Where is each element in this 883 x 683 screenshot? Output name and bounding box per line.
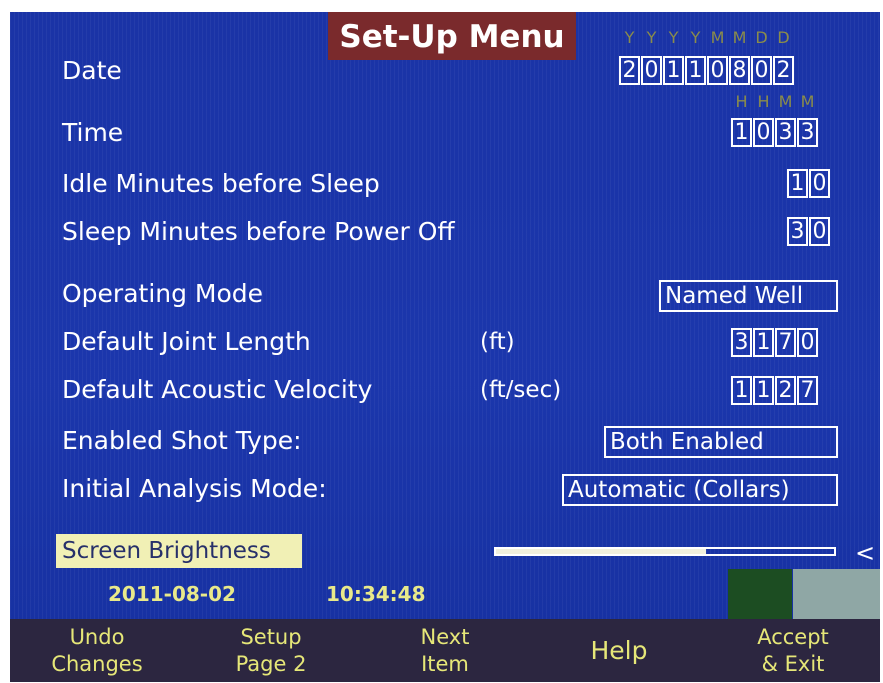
status-indicator-gray <box>793 569 880 619</box>
time-label: Time <box>62 118 124 147</box>
digit-box: 1 <box>787 169 808 198</box>
format-letter: Y <box>668 28 679 47</box>
setup-screen: Set-Up Menu Date YYYYMMDD 20110802 HHMM … <box>10 12 880 682</box>
softkey-label: Undo <box>69 624 125 649</box>
joint-length-unit: (ft) <box>480 329 515 355</box>
shot-type-label: Enabled Shot Type: <box>62 426 302 455</box>
softkey-label: Next <box>420 624 470 649</box>
digit-box: 0 <box>809 217 830 246</box>
format-letter: M <box>800 92 815 111</box>
time-format-header: HHMM <box>731 92 818 111</box>
status-time: 10:34:48 <box>326 582 426 606</box>
digit-box: 3 <box>775 118 796 147</box>
setup-page-2-button[interactable]: Setup Page 2 <box>184 619 358 682</box>
softkey-label: Page 2 <box>235 651 307 676</box>
digit-box: 1 <box>685 56 706 85</box>
date-field[interactable]: 20110802 <box>619 56 794 85</box>
softkey-label: Help <box>590 636 648 665</box>
softkey-bar: Undo Changes Setup Page 2 Next Item Help Ac… <box>10 619 880 682</box>
status-date: 2011-08-02 <box>108 582 236 606</box>
idle-minutes-field[interactable]: 10 <box>787 169 830 198</box>
acoustic-velocity-label: Default Acoustic Velocity <box>62 375 373 404</box>
digit-box: 1 <box>731 376 752 405</box>
sleep-minutes-label: Sleep Minutes before Power Off <box>62 217 455 246</box>
digit-box: 2 <box>775 376 796 405</box>
brightness-slider[interactable] <box>494 547 836 556</box>
digit-box: 8 <box>729 56 750 85</box>
screen-brightness-label[interactable]: Screen Brightness <box>56 534 302 568</box>
digit-box: 2 <box>619 56 640 85</box>
format-letter: D <box>755 28 768 47</box>
sleep-minutes-field[interactable]: 30 <box>787 217 830 246</box>
brightness-slider-fill <box>496 549 706 554</box>
format-letter: M <box>732 28 747 47</box>
digit-box: 1 <box>663 56 684 85</box>
digit-box: 0 <box>641 56 662 85</box>
accept-exit-button[interactable]: Accept & Exit <box>706 619 880 682</box>
operating-mode-field[interactable]: Named Well <box>659 280 838 312</box>
softkey-label: Accept <box>757 624 829 649</box>
format-letter: Y <box>624 28 635 47</box>
softkey-label: & Exit <box>761 651 825 676</box>
digit-box: 7 <box>797 376 818 405</box>
format-letter: H <box>735 92 748 111</box>
date-label: Date <box>62 56 122 85</box>
digit-box: 0 <box>751 56 772 85</box>
digit-box: 1 <box>753 328 774 357</box>
time-field[interactable]: 1033 <box>731 118 818 147</box>
date-format-header: YYYYMMDD <box>619 28 794 47</box>
format-letter: D <box>777 28 790 47</box>
help-button[interactable]: Help <box>532 619 706 682</box>
joint-length-label: Default Joint Length <box>62 327 311 356</box>
status-indicator-green <box>728 569 792 619</box>
digit-box: 0 <box>753 118 774 147</box>
digit-box: 3 <box>797 118 818 147</box>
digit-box: 3 <box>731 328 752 357</box>
format-letter: M <box>778 92 793 111</box>
format-letter: M <box>710 28 725 47</box>
next-item-button[interactable]: Next Item <box>358 619 532 682</box>
softkey-label: Setup <box>240 624 302 649</box>
brightness-arrow-icon: < <box>855 539 876 567</box>
analysis-mode-label: Initial Analysis Mode: <box>62 474 327 503</box>
undo-changes-button[interactable]: Undo Changes <box>10 619 184 682</box>
acoustic-velocity-field[interactable]: 1127 <box>731 376 818 405</box>
digit-box: 1 <box>731 118 752 147</box>
digit-box: 7 <box>775 328 796 357</box>
shot-type-field[interactable]: Both Enabled <box>604 426 838 458</box>
acoustic-velocity-unit: (ft/sec) <box>480 377 562 403</box>
operating-mode-label: Operating Mode <box>62 279 264 308</box>
format-letter: H <box>757 92 770 111</box>
digit-box: 0 <box>707 56 728 85</box>
digit-box: 3 <box>787 217 808 246</box>
joint-length-field[interactable]: 3170 <box>731 328 818 357</box>
digit-box: 0 <box>809 169 830 198</box>
format-letter: Y <box>690 28 701 47</box>
menu-title: Set-Up Menu <box>328 12 576 60</box>
digit-box: 0 <box>797 328 818 357</box>
analysis-mode-field[interactable]: Automatic (Collars) <box>562 474 838 506</box>
format-letter: Y <box>646 28 657 47</box>
digit-box: 2 <box>773 56 794 85</box>
idle-minutes-label: Idle Minutes before Sleep <box>62 169 380 198</box>
digit-box: 1 <box>753 376 774 405</box>
softkey-label: Item <box>421 651 469 676</box>
softkey-label: Changes <box>51 651 143 676</box>
